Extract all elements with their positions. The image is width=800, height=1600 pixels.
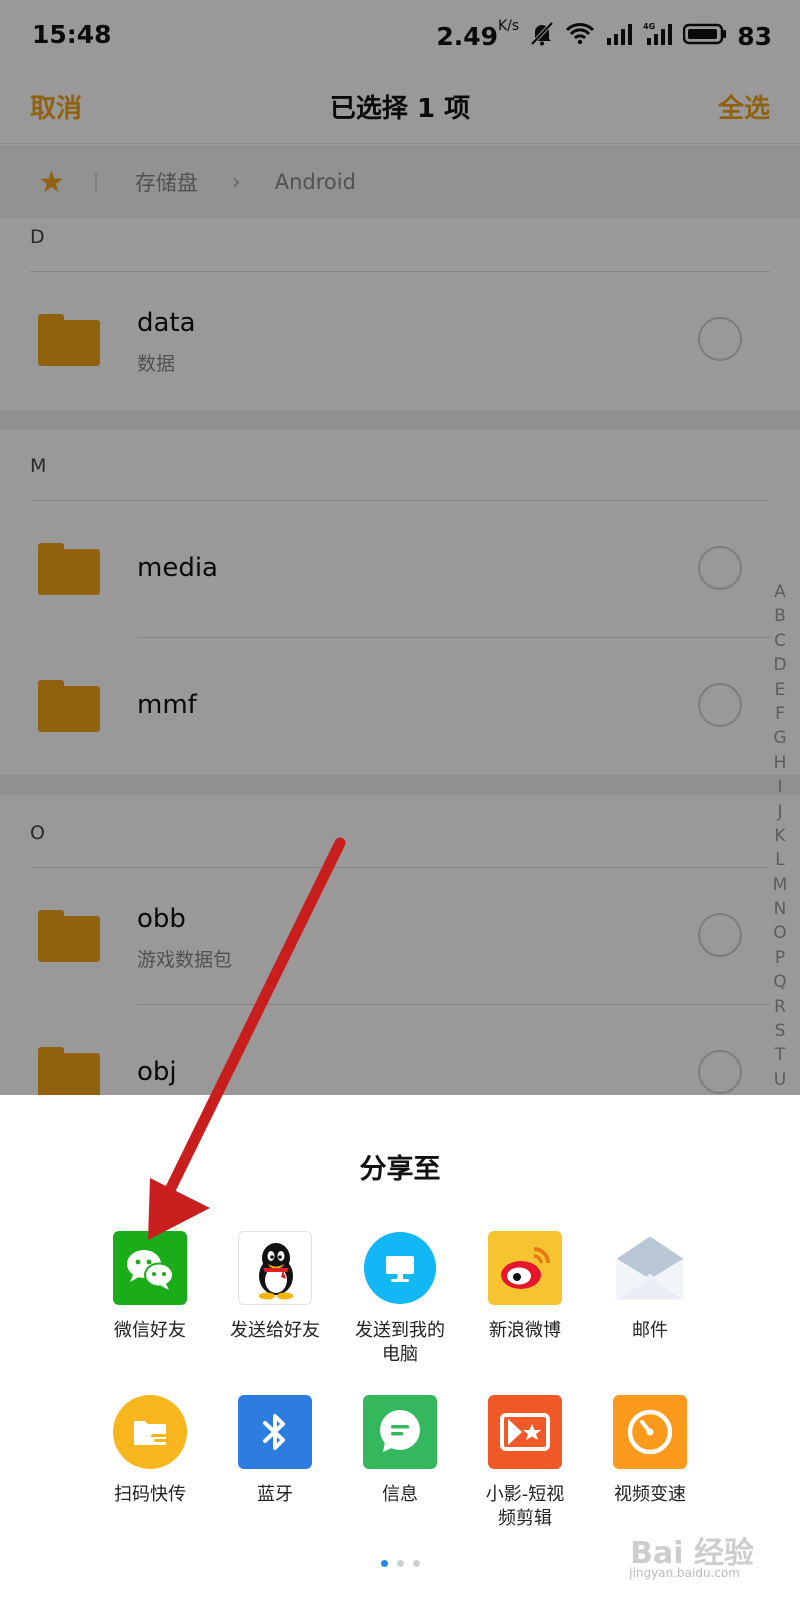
share-app-label: 发送给好友 bbox=[230, 1320, 320, 1341]
share-app-label: 信息 bbox=[382, 1484, 418, 1505]
share-app-label: 微信好友 bbox=[114, 1320, 186, 1341]
share-mail-button[interactable]: 邮件 bbox=[585, 1231, 715, 1343]
share-app-label-line2: 电脑 bbox=[382, 1344, 418, 1365]
quick-transfer-icon bbox=[113, 1395, 187, 1469]
video-speed-icon bbox=[613, 1395, 687, 1469]
qq-icon bbox=[238, 1231, 312, 1305]
bluetooth-icon bbox=[238, 1395, 312, 1469]
watermark-url: jingyan.baidu.com bbox=[629, 1566, 740, 1580]
share-app-label-line1: 发送到我的 bbox=[355, 1320, 445, 1341]
share-app-label: 蓝牙 bbox=[257, 1484, 293, 1505]
share-app-label-line1: 小影-短视 bbox=[485, 1484, 565, 1505]
share-app-label: 扫码快传 bbox=[114, 1484, 186, 1505]
mail-icon bbox=[613, 1231, 687, 1305]
share-app-label: 发送到我的 电脑 bbox=[335, 1319, 465, 1367]
share-qq-button[interactable]: 发送给好友 bbox=[210, 1231, 340, 1343]
page-dot-active bbox=[380, 1560, 388, 1567]
share-app-label: 小影-短视 频剪辑 bbox=[460, 1483, 590, 1531]
share-bluetooth-button[interactable]: 蓝牙 bbox=[210, 1395, 340, 1507]
page-dot bbox=[396, 1560, 404, 1567]
share-app-label: 新浪微博 bbox=[489, 1320, 561, 1341]
share-sheet-title: 分享至 bbox=[359, 1154, 441, 1185]
share-app-label: 视频变速 bbox=[614, 1484, 686, 1505]
share-app-label: 邮件 bbox=[632, 1320, 668, 1341]
video-editor-icon bbox=[488, 1395, 562, 1469]
share-quick-transfer-button[interactable]: 扫码快传 bbox=[85, 1395, 215, 1507]
weibo-icon bbox=[488, 1231, 562, 1305]
share-wechat-button[interactable]: 微信好友 bbox=[85, 1231, 215, 1343]
share-weibo-button[interactable]: 新浪微博 bbox=[460, 1231, 590, 1343]
computer-icon bbox=[363, 1231, 437, 1305]
wechat-icon bbox=[113, 1231, 187, 1305]
message-icon bbox=[363, 1395, 437, 1469]
share-app-label-line2: 频剪辑 bbox=[498, 1508, 552, 1529]
share-video-editor-button[interactable]: 小影-短视 频剪辑 bbox=[460, 1395, 590, 1531]
share-to-my-computer-button[interactable]: 发送到我的 电脑 bbox=[335, 1231, 465, 1367]
share-video-speed-button[interactable]: 视频变速 bbox=[585, 1395, 715, 1507]
share-sheet: 分享至 微信好友 发送给好友 发送到我的 电脑 新浪微博 邮件 扫码快传 蓝牙 … bbox=[0, 1095, 800, 1600]
share-message-button[interactable]: 信息 bbox=[335, 1395, 465, 1507]
page-dot bbox=[412, 1560, 420, 1567]
modal-backdrop[interactable] bbox=[0, 0, 800, 1095]
